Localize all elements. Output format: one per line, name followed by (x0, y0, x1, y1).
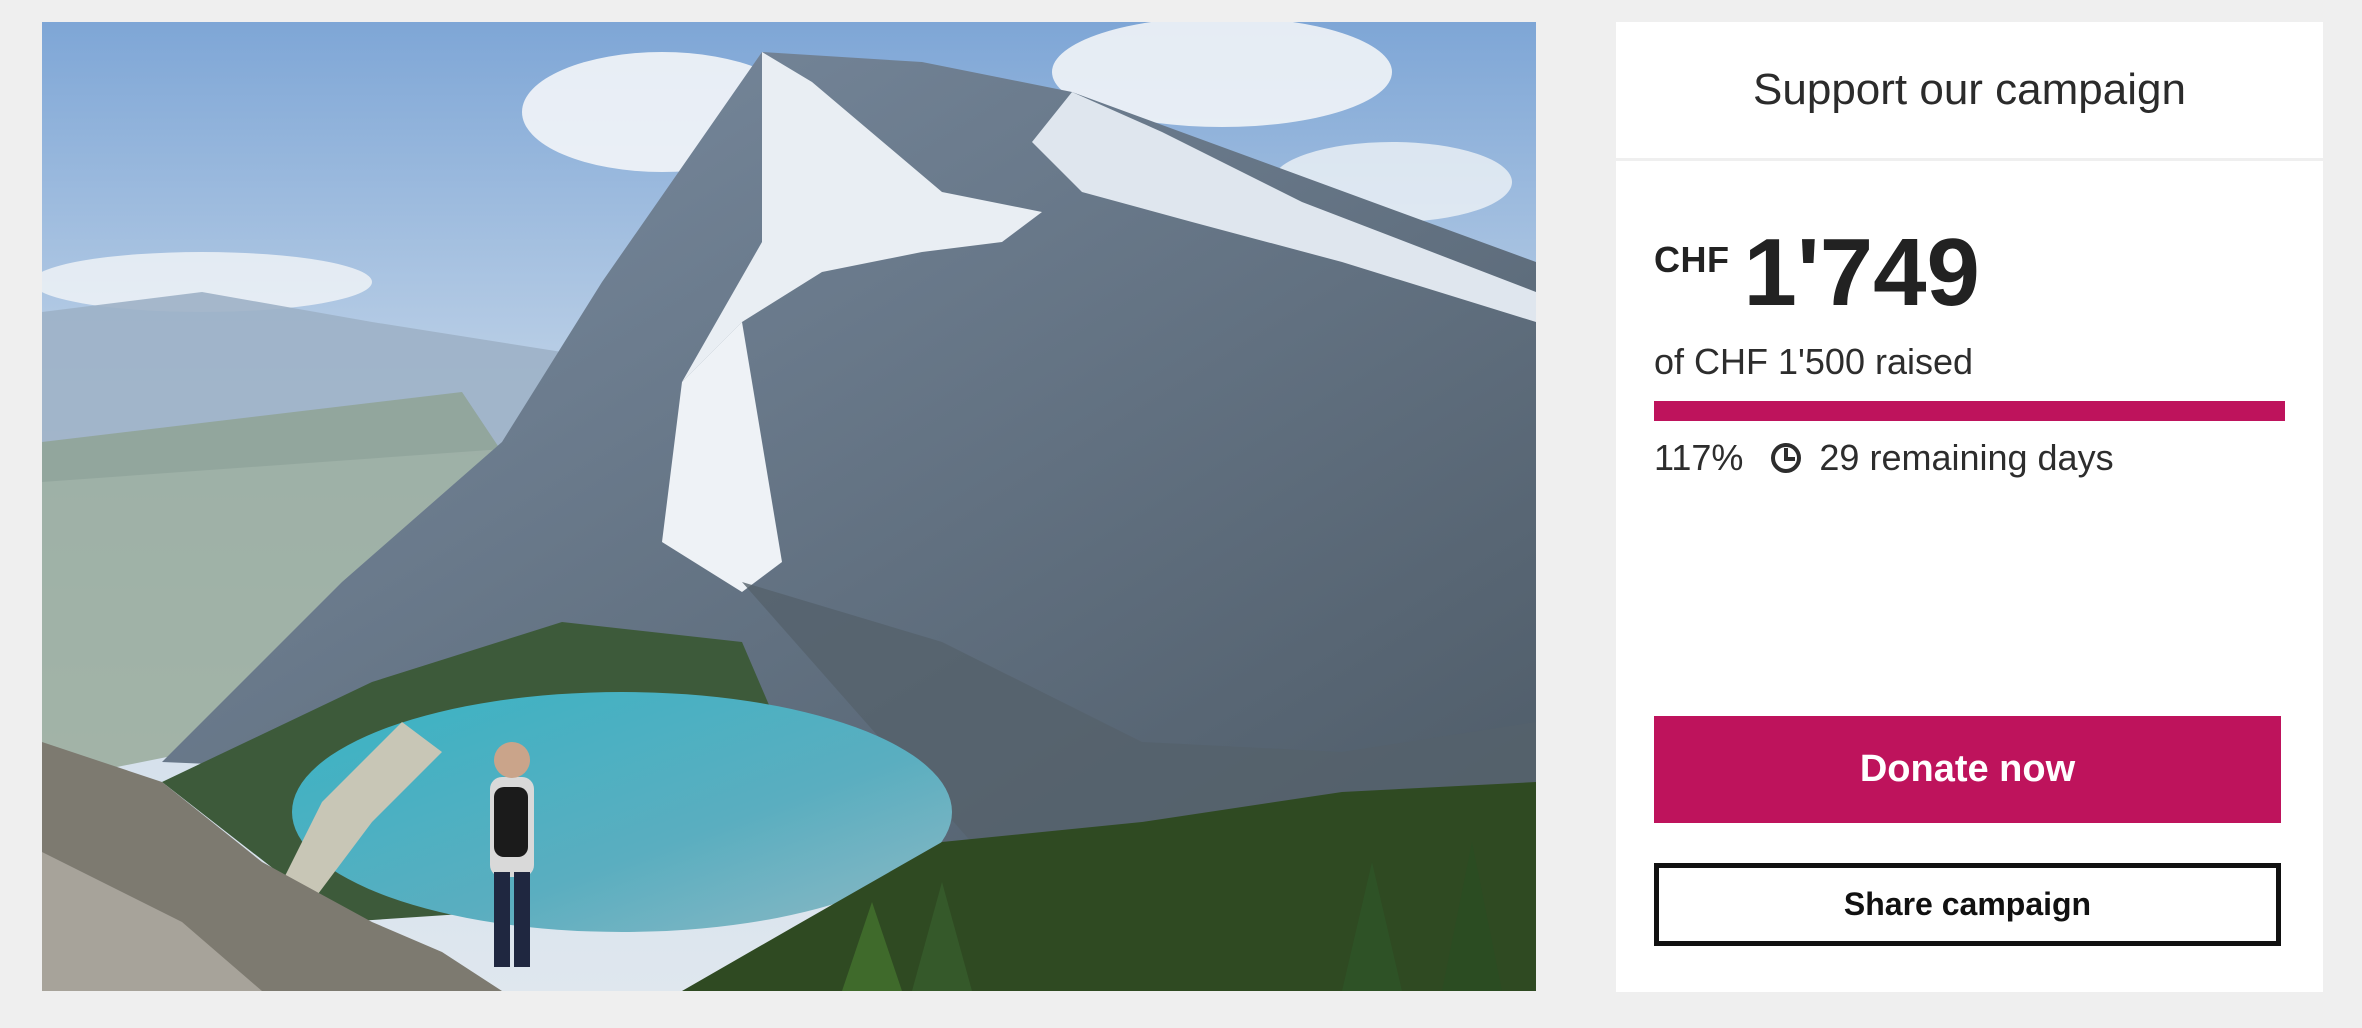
amount-raised: 1'749 (1743, 219, 1980, 326)
funding-progress-bar (1654, 401, 2285, 421)
campaign-stats: 117% 29 remaining days (1654, 437, 2285, 479)
donate-now-button[interactable]: Donate now (1654, 716, 2281, 823)
mountain-landscape-image (42, 22, 1536, 991)
clock-icon (1769, 441, 1803, 475)
share-campaign-button[interactable]: Share campaign (1654, 863, 2281, 946)
funded-percent: 117% (1654, 437, 1744, 478)
goal-text: of CHF 1'500 raised (1654, 341, 1974, 382)
currency-label: CHF (1654, 239, 1730, 280)
amount-raised-row: CHF 1'749 (1654, 225, 2285, 321)
remaining-days: 29 remaining days (1819, 437, 2114, 478)
campaign-hero-image (42, 22, 1536, 991)
campaign-support-panel: Support our campaign CHF 1'749 of CHF 1'… (1616, 22, 2323, 992)
funding-progress-fill (1654, 401, 2285, 421)
panel-title: Support our campaign (1616, 22, 2323, 161)
